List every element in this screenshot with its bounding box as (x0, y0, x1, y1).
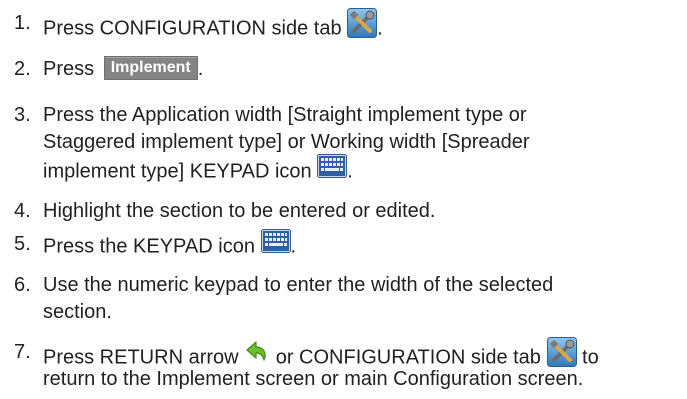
step-text: Press CONFIGURATION side tab . (43, 8, 673, 40)
step-text-line: Press the Application width [Straight im… (43, 104, 527, 126)
step-number: 2. (14, 58, 31, 80)
configuration-tools-icon (546, 337, 577, 375)
step-text-line: Highlight the section to be entered or e… (43, 200, 436, 222)
step-text-line: Staggered implement type] or Working wid… (43, 131, 530, 153)
step-number: 3. (14, 104, 31, 126)
step-number: 4. (14, 200, 31, 222)
keypad-icon (317, 154, 348, 186)
return-arrow-icon (244, 340, 270, 372)
step-text-segment: . (347, 160, 353, 183)
step-text-segment: . (197, 58, 204, 80)
step-number: 1. (14, 12, 31, 34)
step-text-segment: implement type] KEYPAD icon (43, 160, 318, 183)
step-text: Press the KEYPAD icon . (43, 229, 673, 261)
implement-button[interactable]: Implement (103, 55, 198, 80)
step-text-segment: Press (43, 58, 100, 80)
step-text-line: Use the numeric keypad to enter the widt… (43, 274, 554, 296)
step-number: 5. (14, 233, 31, 255)
step-text-segment: Press RETURN arrow (43, 346, 245, 369)
step-text-segment: . (290, 235, 297, 258)
step-text-segment: or CONFIGURATION side tab (270, 346, 547, 369)
configuration-tools-icon (347, 8, 378, 46)
step-text: Press the Application width [Straight im… (43, 102, 673, 183)
step-text: Press Implement. (43, 55, 673, 83)
step-text-line: return to the Implement screen or main C… (43, 368, 584, 390)
step-text-segment: to (576, 346, 599, 369)
step-text: Press RETURN arrow or CONFIGURATION side… (43, 337, 673, 393)
step-text-line: section. (43, 301, 112, 323)
keypad-icon (260, 229, 291, 261)
step-number: 7. (14, 341, 31, 363)
step-text: Use the numeric keypad to enter the widt… (43, 272, 673, 326)
step-text-segment: . (377, 17, 383, 40)
step-text: Highlight the section to be entered or e… (43, 198, 673, 225)
step-number: 6. (14, 274, 31, 296)
step-text-segment: Press CONFIGURATION side tab (43, 17, 348, 40)
step-text-segment: Press the KEYPAD icon (43, 235, 261, 258)
